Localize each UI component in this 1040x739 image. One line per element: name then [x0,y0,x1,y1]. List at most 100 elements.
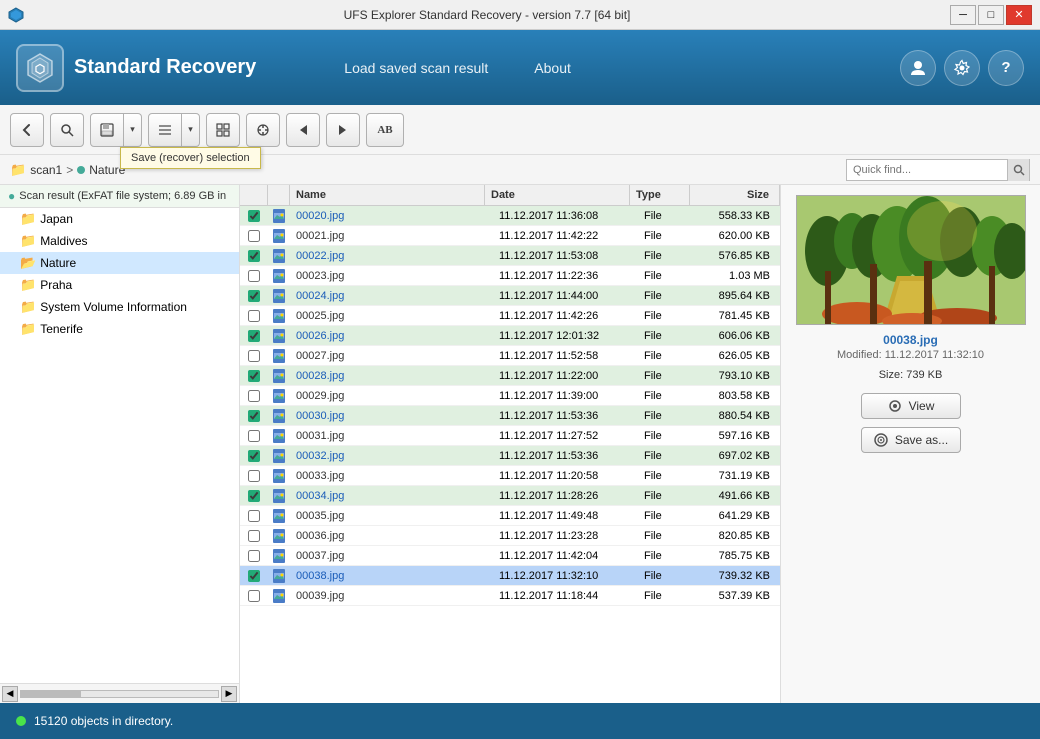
file-checkbox[interactable] [248,350,260,362]
file-row[interactable]: 00032.jpg 11.12.2017 11:53:36 File 697.0… [240,446,780,466]
file-checkbox[interactable] [248,250,260,262]
file-name-cell[interactable]: 00034.jpg [290,489,493,503]
file-checkbox[interactable] [248,450,260,462]
header-name[interactable]: Name [290,185,485,205]
view-button[interactable]: View [861,393,961,419]
file-name-cell[interactable]: 00039.jpg [290,589,493,603]
file-row[interactable]: 00023.jpg 11.12.2017 11:22:36 File 1.03 … [240,266,780,286]
file-checkbox[interactable] [248,470,260,482]
scan-settings-button[interactable] [246,113,280,147]
file-row[interactable]: 00024.jpg 11.12.2017 11:44:00 File 895.6… [240,286,780,306]
header-size[interactable]: Size [690,185,780,205]
maximize-button[interactable]: □ [978,5,1004,25]
file-checkbox[interactable] [248,410,260,422]
file-name-cell[interactable]: 00023.jpg [290,269,493,283]
file-name-cell[interactable]: 00031.jpg [290,429,493,443]
file-checkbox[interactable] [248,310,260,322]
file-name-cell[interactable]: 00027.jpg [290,349,493,363]
file-row[interactable]: 00029.jpg 11.12.2017 11:39:00 File 803.5… [240,386,780,406]
scroll-left-button[interactable]: ◀ [2,686,18,702]
file-name-cell[interactable]: 00025.jpg [290,309,493,323]
file-name-cell[interactable]: 00028.jpg [290,369,493,383]
file-name-cell[interactable]: 00030.jpg [290,409,493,423]
file-checkbox[interactable] [248,210,260,222]
file-checkbox[interactable] [248,230,260,242]
tree-item-japan[interactable]: 📁 Japan [0,208,239,230]
file-checkbox[interactable] [248,390,260,402]
file-checkbox[interactable] [248,590,260,602]
file-checkbox[interactable] [248,290,260,302]
file-row[interactable]: 00028.jpg 11.12.2017 11:22:00 File 793.1… [240,366,780,386]
file-name-cell[interactable]: 00026.jpg [290,329,493,343]
help-button[interactable]: ? [988,50,1024,86]
file-checkbox[interactable] [248,510,260,522]
preview-text-button[interactable]: AB [366,113,404,147]
list-dropdown-button[interactable]: ▾ [182,113,200,147]
nav-load-scan[interactable]: Load saved scan result [336,56,496,80]
file-row[interactable]: 00020.jpg 11.12.2017 11:36:08 File 558.3… [240,206,780,226]
search-input[interactable] [847,164,1007,176]
file-checkbox[interactable] [248,430,260,442]
back-button[interactable] [10,113,44,147]
grid-button[interactable] [206,113,240,147]
file-row[interactable]: 00031.jpg 11.12.2017 11:27:52 File 597.1… [240,426,780,446]
file-row[interactable]: 00035.jpg 11.12.2017 11:49:48 File 641.2… [240,506,780,526]
file-checkbox[interactable] [248,270,260,282]
header-type[interactable]: Type [630,185,690,205]
file-row[interactable]: 00037.jpg 11.12.2017 11:42:04 File 785.7… [240,546,780,566]
file-row[interactable]: 00027.jpg 11.12.2017 11:52:58 File 626.0… [240,346,780,366]
file-date-cell: 11.12.2017 11:42:04 [493,549,638,563]
search-button[interactable] [50,113,84,147]
minimize-button[interactable]: ─ [950,5,976,25]
save-button[interactable] [90,113,124,147]
file-name-cell[interactable]: 00035.jpg [290,509,493,523]
file-checkbox[interactable] [248,490,260,502]
close-button[interactable]: ✕ [1006,5,1032,25]
file-row[interactable]: 00033.jpg 11.12.2017 11:20:58 File 731.1… [240,466,780,486]
tree-item-nature[interactable]: 📂 Nature [0,252,239,274]
search-submit-button[interactable] [1007,159,1029,181]
file-name-cell[interactable]: 00032.jpg [290,449,493,463]
prev-button[interactable] [286,113,320,147]
tree-item-sysvolinfo[interactable]: 📁 System Volume Information [0,296,239,318]
file-checkbox[interactable] [248,370,260,382]
file-name-cell[interactable]: 00036.jpg [290,529,493,543]
header-date[interactable]: Date [485,185,630,205]
file-name-cell[interactable]: 00020.jpg [290,209,493,223]
save-dropdown-button[interactable]: ▾ [124,113,142,147]
file-name-cell[interactable]: 00037.jpg [290,549,493,563]
file-name-cell[interactable]: 00022.jpg [290,249,493,263]
file-row[interactable]: 00030.jpg 11.12.2017 11:53:36 File 880.5… [240,406,780,426]
settings-button[interactable] [944,50,980,86]
file-checkbox[interactable] [248,550,260,562]
list-button[interactable] [148,113,182,147]
file-row[interactable]: 00039.jpg 11.12.2017 11:18:44 File 537.3… [240,586,780,606]
file-row[interactable]: 00038.jpg 11.12.2017 11:32:10 File 739.3… [240,566,780,586]
file-name-cell[interactable]: 00021.jpg [290,229,493,243]
file-name-cell[interactable]: 00038.jpg [290,569,493,583]
breadcrumb-scan[interactable]: scan1 [30,163,62,177]
file-size-cell: 558.33 KB [698,209,780,223]
file-row[interactable]: 00021.jpg 11.12.2017 11:42:22 File 620.0… [240,226,780,246]
tree-item-tenerife[interactable]: 📁 Tenerife [0,318,239,340]
file-row[interactable]: 00034.jpg 11.12.2017 11:28:26 File 491.6… [240,486,780,506]
next-button[interactable] [326,113,360,147]
file-checkbox[interactable] [248,530,260,542]
file-row[interactable]: 00026.jpg 11.12.2017 12:01:32 File 606.0… [240,326,780,346]
file-row[interactable]: 00022.jpg 11.12.2017 11:53:08 File 576.8… [240,246,780,266]
file-name-cell[interactable]: 00029.jpg [290,389,493,403]
file-name-cell[interactable]: 00024.jpg [290,289,493,303]
file-row[interactable]: 00025.jpg 11.12.2017 11:42:26 File 781.4… [240,306,780,326]
file-checkbox[interactable] [248,330,260,342]
nav-about[interactable]: About [526,56,579,80]
file-type-cell: File [638,389,698,403]
scroll-right-button[interactable]: ▶ [221,686,237,702]
user-button[interactable] [900,50,936,86]
save-as-button[interactable]: Save as... [861,427,961,453]
tree-item-maldives[interactable]: 📁 Maldives [0,230,239,252]
tree-item-praha[interactable]: 📁 Praha [0,274,239,296]
file-name-cell[interactable]: 00033.jpg [290,469,493,483]
file-row[interactable]: 00036.jpg 11.12.2017 11:23:28 File 820.8… [240,526,780,546]
preview-modified: Modified: 11.12.2017 11:32:10 [837,349,984,361]
file-checkbox[interactable] [248,570,260,582]
